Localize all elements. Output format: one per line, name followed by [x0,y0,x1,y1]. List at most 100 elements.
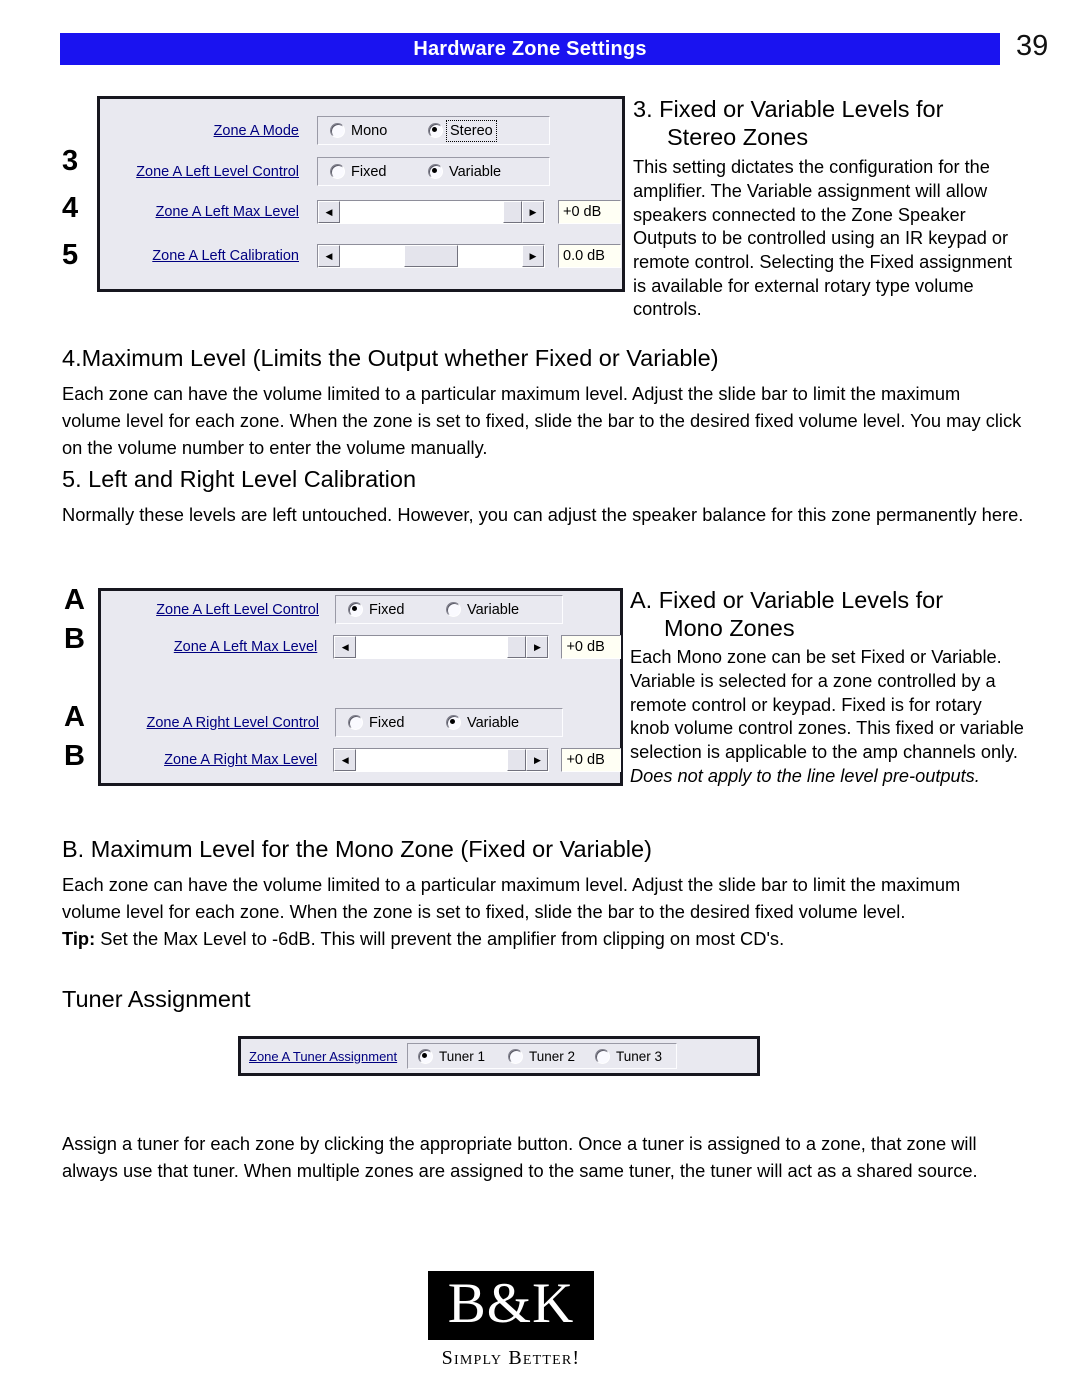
radio-group-mono-left-level-control[interactable]: Fixed Variable [335,595,563,624]
value-zone-a-left-max-level[interactable]: +0 dB [558,200,621,224]
section-tuner-heading-block: Tuner Assignment [62,986,562,1014]
radio-dot-icon[interactable] [348,715,363,730]
marker-b-2: B [64,740,85,772]
radio-tuner-3[interactable]: Tuner 3 [595,1048,662,1064]
radio-zone-a-mode-mono[interactable]: Mono [330,123,428,139]
radio-label: Fixed [369,714,405,731]
section-3-heading-line1: 3. Fixed or Variable Levels for [633,96,944,122]
radio-group-zone-a-mode[interactable]: Mono Stereo [317,116,550,145]
marker-3: 3 [62,145,79,177]
bk-logo-tagline: Simply Better! [441,1347,581,1369]
page-title: Hardware Zone Settings [413,37,647,60]
slider-right-arrow-icon[interactable]: ▶ [526,636,549,658]
slider-thumb[interactable] [507,636,527,658]
section-b-block: B. Maximum Level for the Mono Zone (Fixe… [62,836,1024,952]
radio-dot-icon[interactable] [428,164,443,179]
radio-dot-icon[interactable] [330,164,345,179]
slider-track[interactable] [356,749,527,771]
marker-5: 5 [62,239,79,271]
row-mono-right-max-level: Zone A Right Max Level ◀ ▶ +0 dB [111,748,621,772]
radio-tuner-2[interactable]: Tuner 2 [508,1048,595,1064]
row-zone-a-mode: Zone A Mode Mono Stereo [112,116,612,145]
row-mono-left-max-level: Zone A Left Max Level ◀ ▶ +0 dB [111,635,621,659]
radio-label: Mono [351,122,388,139]
slider-track[interactable] [340,201,522,223]
section-3-block: 3. Fixed or Variable Levels for Stereo Z… [633,96,1021,322]
tuner-assignment-dialog: Zone A Tuner Assignment Tuner 1 Tuner 2 … [238,1036,760,1076]
label-zone-a-tuner-assignment: Zone A Tuner Assignment [249,1048,398,1064]
radio-mono-right-fixed[interactable]: Fixed [348,715,446,731]
radio-dot-icon[interactable] [418,1048,433,1064]
radio-dot-icon[interactable] [446,715,461,730]
section-3-body: This setting dictates the configuration … [633,157,1013,320]
radio-group-tuner-assignment[interactable]: Tuner 1 Tuner 2 Tuner 3 [407,1043,677,1069]
radio-label: Tuner 1 [439,1048,486,1064]
page-number: 39 [1016,30,1049,62]
radio-label: Tuner 2 [529,1048,576,1064]
slider-zone-a-left-max-level[interactable]: ◀ ▶ [317,200,545,224]
radio-dot-icon[interactable] [595,1048,610,1064]
section-a-heading-line2: Mono Zones [664,614,795,641]
section-5-heading: 5. Left and Right Level Calibration [62,466,417,492]
label-zone-a-left-level-control: Zone A Left Level Control [156,601,319,618]
section-b-tip-body: Set the Max Level to -6dB. This will pre… [95,927,785,949]
radio-tuner-1[interactable]: Tuner 1 [418,1048,508,1064]
radio-mono-left-variable[interactable]: Variable [446,602,519,618]
radio-dot-icon[interactable] [348,602,363,617]
slider-track[interactable] [356,636,527,658]
section-tuner-heading: Tuner Assignment [62,986,251,1012]
radio-label: Fixed [369,601,405,618]
radio-zone-a-left-level-variable[interactable]: Variable [428,164,501,180]
section-a-heading-line1: A. Fixed or Variable Levels for [630,587,944,613]
slider-thumb[interactable] [503,201,522,223]
section-5-body: Normally these levels are left untouched… [62,503,1024,525]
radio-label: Variable [467,714,520,731]
slider-thumb[interactable] [507,749,527,771]
radio-zone-a-mode-stereo[interactable]: Stereo [428,119,497,142]
radio-label: Fixed [351,163,387,180]
section-4-block: 4.Maximum Level (Limits the Output wheth… [62,345,1024,461]
radio-label: Variable [449,163,502,180]
slider-track[interactable] [340,245,522,267]
slider-left-arrow-icon[interactable]: ◀ [318,201,340,223]
radio-label: Variable [467,601,520,618]
radio-zone-a-left-level-fixed[interactable]: Fixed [330,164,428,180]
slider-fill [340,245,404,267]
radio-dot-icon[interactable] [330,123,345,138]
label-zone-a-left-level-control: Zone A Left Level Control [136,163,299,180]
slider-left-arrow-icon[interactable]: ◀ [334,636,357,658]
slider-mono-left-max-level[interactable]: ◀ ▶ [333,635,550,659]
radio-mono-right-variable[interactable]: Variable [446,715,519,731]
slider-right-arrow-icon[interactable]: ▶ [522,245,544,267]
slider-right-arrow-icon[interactable]: ▶ [526,749,549,771]
radio-dot-icon[interactable] [508,1048,523,1064]
bk-logo: B&K Simply Better! [428,1271,594,1370]
label-zone-a-left-max-level: Zone A Left Max Level [173,639,318,655]
slider-zone-a-left-calibration[interactable]: ◀ ▶ [317,244,545,268]
slider-thumb[interactable] [404,245,458,267]
slider-right-arrow-icon[interactable]: ▶ [522,201,544,223]
radio-dot-icon[interactable] [428,123,443,138]
section-4-heading: 4.Maximum Level (Limits the Output wheth… [62,345,719,371]
radio-group-zone-a-left-level-control[interactable]: Fixed Variable [317,157,550,186]
marker-a-2: A [64,701,85,733]
section-b-tip: Tip: Set the Max Level to -6dB. This wil… [62,926,1024,953]
radio-dot-icon[interactable] [446,602,461,617]
label-zone-a-left-calibration: Zone A Left Calibration [152,248,299,264]
section-a-body-text: Each Mono zone can be set Fixed or Varia… [630,647,1024,763]
radio-group-mono-right-level-control[interactable]: Fixed Variable [335,708,563,737]
section-3-heading-line2: Stereo Zones [667,123,809,150]
value-mono-right-max-level[interactable]: +0 dB [561,748,621,772]
radio-mono-left-fixed[interactable]: Fixed [348,602,446,618]
marker-a-1: A [64,584,85,616]
value-zone-a-left-calibration[interactable]: 0.0 dB [558,244,621,268]
label-zone-a-left-max-level: Zone A Left Max Level [155,204,299,220]
value-mono-left-max-level[interactable]: +0 dB [561,635,621,659]
row-mono-right-level-control: Zone A Right Level Control Fixed Variabl… [111,708,611,737]
slider-left-arrow-icon[interactable]: ◀ [334,749,357,771]
row-zone-a-left-calibration: Zone A Left Calibration ◀ ▶ 0.0 dB [112,244,622,268]
slider-mono-right-max-level[interactable]: ◀ ▶ [333,748,550,772]
section-b-heading: B. Maximum Level for the Mono Zone (Fixe… [62,836,652,862]
radio-label: Stereo [446,119,497,142]
slider-left-arrow-icon[interactable]: ◀ [318,245,340,267]
